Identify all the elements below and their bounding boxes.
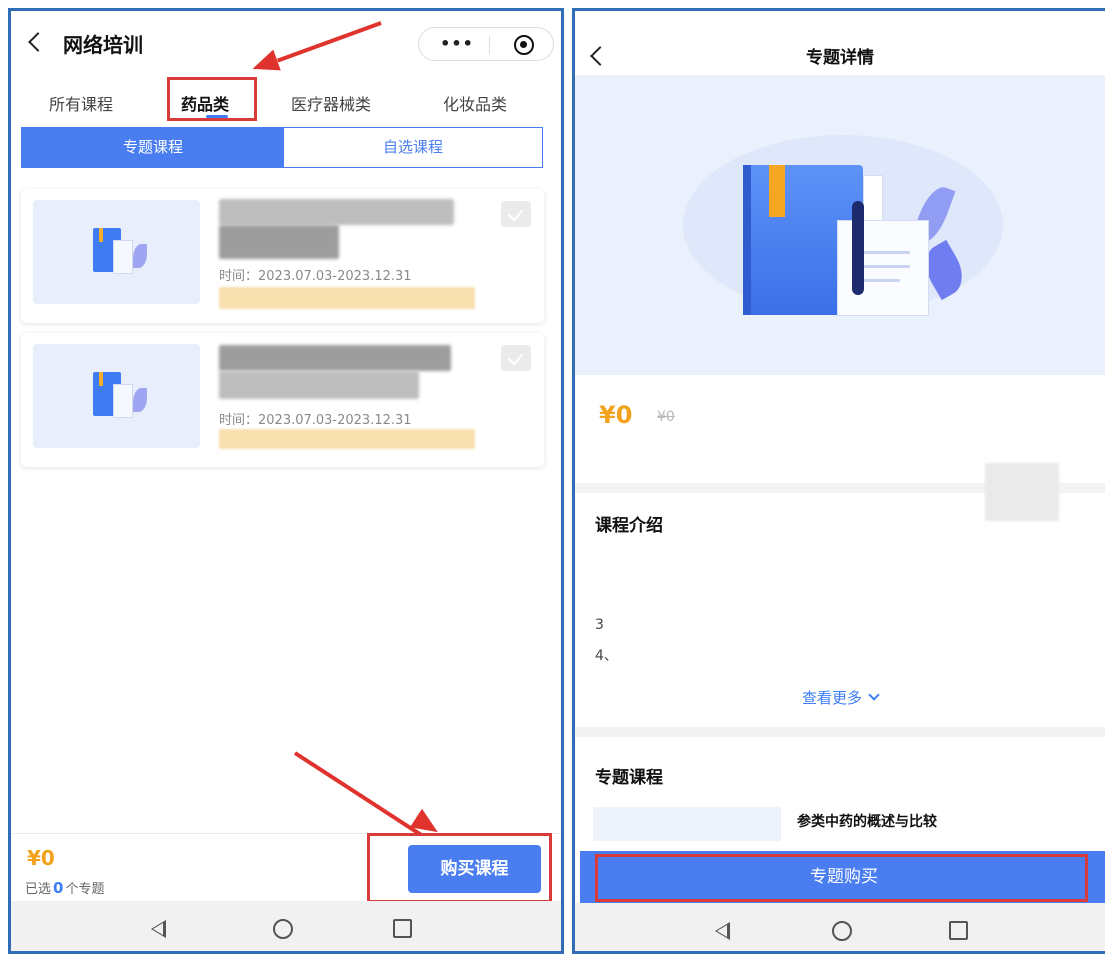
course-time: 时间：2023.07.03-2023.12.31	[219, 269, 412, 284]
intro-title: 课程介绍	[595, 516, 663, 536]
nav-home-icon[interactable]	[832, 921, 852, 941]
nav-back-icon[interactable]	[151, 920, 166, 938]
intro-line: 4、	[595, 648, 618, 664]
system-nav-bar	[11, 901, 561, 951]
annotation-box-buy	[367, 833, 552, 903]
back-icon[interactable]	[28, 32, 48, 52]
selected-prefix: 已选	[25, 882, 52, 897]
redacted-subtitle	[219, 371, 419, 399]
more-icon[interactable]: •••	[437, 34, 477, 53]
paper-icon	[113, 240, 133, 274]
view-more-link[interactable]: 查看更多	[575, 687, 1105, 708]
segment-topic-courses[interactable]: 专题课程	[22, 128, 284, 167]
chevron-down-icon	[868, 689, 880, 701]
nav-recent-icon[interactable]	[393, 919, 412, 938]
annotation-box-topic-buy	[595, 854, 1088, 902]
redacted-tags	[219, 429, 475, 449]
paper-icon	[837, 220, 929, 316]
pen-icon	[852, 201, 864, 295]
intro-line: 3	[595, 617, 604, 633]
selected-suffix: 个专题	[65, 882, 105, 897]
redacted-block	[985, 463, 1059, 521]
right-phone-screen: 专题详情 ¥0 ¥0 课程介绍 3 4、 查看更多 专题课程 参类中药的概述与比…	[572, 8, 1105, 954]
redacted-title	[219, 199, 454, 225]
redacted-title	[219, 345, 451, 371]
tab-medical-devices[interactable]: 医疗器械类	[291, 91, 371, 115]
page-title: 网络培训	[63, 33, 143, 57]
total-price: ¥0	[27, 846, 55, 870]
course-card[interactable]: 时间：2023.07.03-2023.12.31	[21, 333, 544, 467]
topic-cover-image	[575, 75, 1105, 375]
capsule-divider	[489, 36, 490, 54]
topic-price: ¥0	[599, 401, 633, 429]
target-icon[interactable]	[514, 35, 534, 55]
page-title: 专题详情	[806, 48, 874, 68]
tab-all-courses[interactable]: 所有课程	[49, 91, 113, 115]
course-thumbnail	[33, 200, 200, 304]
segment-elective-courses[interactable]: 自选课程	[284, 128, 542, 167]
course-title[interactable]: 参类中药的概述与比较	[797, 811, 937, 831]
annotation-arrow-bottom	[293, 751, 422, 837]
redacted-subtitle	[219, 225, 339, 259]
view-more-label: 查看更多	[801, 689, 862, 707]
course-thumbnail	[33, 344, 200, 448]
paper-icon	[113, 384, 133, 418]
leaf-icon	[133, 388, 147, 412]
nav-recent-icon[interactable]	[949, 921, 968, 940]
checkbox-icon[interactable]	[501, 201, 531, 227]
mini-program-capsule: •••	[418, 27, 554, 61]
book-spine	[743, 165, 751, 315]
left-header: 网络培训 •••	[11, 11, 561, 73]
selected-count-text: 已选 0 个专题	[25, 878, 104, 897]
course-thumbnail[interactable]	[593, 807, 781, 841]
checkbox-icon[interactable]	[501, 345, 531, 371]
original-price: ¥0	[657, 409, 675, 425]
divider	[575, 727, 1105, 737]
nav-home-icon[interactable]	[273, 919, 293, 939]
system-nav-bar	[575, 903, 1105, 951]
nav-back-icon[interactable]	[715, 922, 730, 940]
leaf-icon	[133, 244, 147, 268]
course-type-switch: 专题课程 自选课程	[21, 127, 543, 168]
topic-courses-title: 专题课程	[595, 768, 663, 788]
selected-count: 0	[53, 879, 64, 897]
left-phone-screen: 网络培训 ••• 所有课程 药品类 医疗器械类 化妆品类 专题课程 自选课程 时…	[8, 8, 564, 954]
redacted-tags	[219, 287, 475, 309]
course-time: 时间：2023.07.03-2023.12.31	[219, 413, 412, 428]
detail-header: 专题详情	[575, 11, 1105, 75]
annotation-box-tab	[167, 77, 257, 121]
bookmark-icon	[769, 165, 785, 217]
course-card[interactable]: 时间：2023.07.03-2023.12.31	[21, 189, 544, 323]
price-section: ¥0 ¥0	[575, 375, 1105, 475]
category-tabs: 所有课程 药品类 医疗器械类 化妆品类	[11, 85, 561, 125]
tab-cosmetics[interactable]: 化妆品类	[443, 91, 507, 115]
